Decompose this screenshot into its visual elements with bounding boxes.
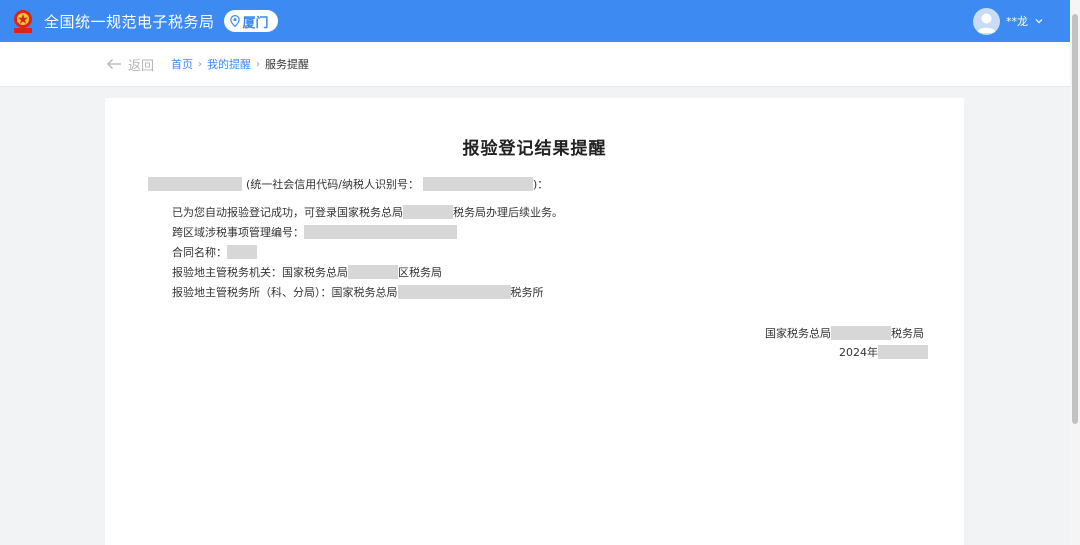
redacted-date	[878, 345, 928, 359]
redacted-district	[348, 265, 398, 279]
tax-authority-suffix: 区税务局	[398, 266, 442, 279]
avatar	[973, 7, 1000, 35]
tax-authority-prefix: 报验地主管税务机关：国家税务总局	[172, 266, 348, 279]
user-name: **龙	[1006, 15, 1028, 28]
date-prefix: 2024年	[839, 346, 878, 359]
document-card: 报验登记结果提醒 (统一社会信用代码/纳税人识别号： )： 已为您自动报验登记成…	[105, 98, 964, 545]
contract-name-line: 合同名称：	[172, 244, 257, 260]
breadcrumb: 首页 › 我的提醒 › 服务提醒	[171, 56, 309, 72]
redacted-cross-region-number	[304, 225, 457, 239]
breadcrumb-home[interactable]: 首页	[171, 56, 193, 72]
tax-office-prefix: 报验地主管税务所（科、分局）：国家税务总局	[172, 286, 398, 299]
user-icon	[977, 13, 996, 33]
tax-office-suffix: 税务所	[510, 286, 544, 299]
success-line: 已为您自动报验登记成功，可登录国家税务总局 税务局办理后续业务。	[172, 204, 563, 220]
intro-suffix: (统一社会信用代码/纳税人识别号：	[246, 178, 419, 191]
addressee-line: (统一社会信用代码/纳税人识别号： )：	[148, 176, 548, 192]
tax-office-line: 报验地主管税务所（科、分局）：国家税务总局 税务所	[172, 284, 544, 300]
redacted-bureau	[403, 205, 453, 219]
signature-suffix: 税务局	[891, 327, 924, 340]
location-pin-icon	[229, 15, 240, 27]
back-label: 返回	[128, 58, 155, 74]
redacted-tax-id	[423, 177, 533, 191]
cross-region-label: 跨区域涉税事项管理编号：	[172, 226, 304, 239]
breadcrumb-separator-icon: ›	[198, 58, 203, 70]
arrow-left-icon	[107, 59, 121, 69]
city-selector[interactable]: 厦门	[223, 10, 278, 32]
signature-line: 国家税务总局 税务局	[765, 325, 924, 341]
redacted-tax-office	[397, 285, 511, 299]
breadcrumb-bar: 返回 首页 › 我的提醒 › 服务提醒	[0, 42, 1070, 87]
back-button[interactable]: 返回	[106, 55, 154, 74]
breadcrumb-separator-icon: ›	[256, 58, 261, 70]
site-title: 全国统一规范电子税务局	[44, 12, 215, 31]
chevron-down-icon	[1035, 19, 1043, 24]
redacted-contract-name	[227, 245, 257, 259]
vertical-scrollbar[interactable]	[1070, 0, 1080, 545]
city-name: 厦门	[242, 15, 269, 31]
signature-prefix: 国家税务总局	[765, 327, 831, 340]
top-header: 全国统一规范电子税务局 厦门 **龙	[0, 0, 1070, 42]
scrollbar-thumb[interactable]	[1072, 14, 1078, 424]
redacted-signature-bureau	[831, 326, 891, 340]
cross-region-number-line: 跨区域涉税事项管理编号：	[172, 224, 457, 240]
tax-emblem-icon[interactable]	[10, 7, 36, 35]
document-title: 报验登记结果提醒	[462, 139, 607, 159]
user-menu[interactable]: **龙	[973, 7, 1044, 35]
intro-end: )：	[533, 178, 549, 191]
success-suffix: 税务局办理后续业务。	[453, 206, 563, 219]
breadcrumb-my-reminders[interactable]: 我的提醒	[207, 56, 251, 72]
success-prefix: 已为您自动报验登记成功，可登录国家税务总局	[172, 206, 403, 219]
date-line: 2024年	[839, 344, 928, 360]
contract-name-label: 合同名称：	[172, 246, 227, 259]
tax-authority-line: 报验地主管税务机关：国家税务总局 区税务局	[172, 264, 442, 280]
redacted-taxpayer-name	[148, 177, 242, 191]
breadcrumb-current: 服务提醒	[265, 58, 310, 71]
